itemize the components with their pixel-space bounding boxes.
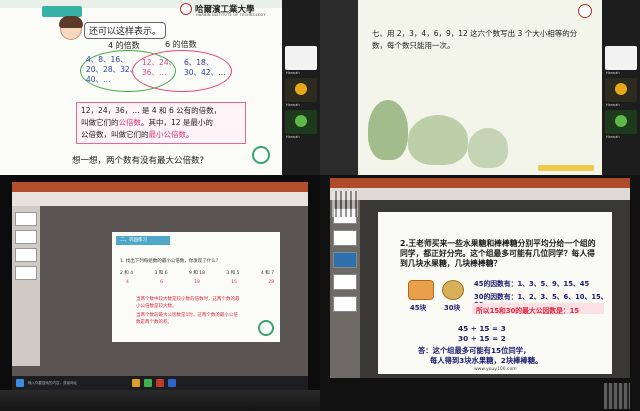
powerpoint-app-icon[interactable]: [156, 379, 164, 387]
participant-name: Hannah: [606, 71, 620, 75]
slide-gcd-word-problem: 2.王老师买来一些水果糖和棒棒糖分别平均分给一个组的同学，都正好分完。这个组最多…: [378, 212, 612, 374]
answer-line: 答：这个组最多可能有15位同学，: [418, 346, 531, 355]
left-dark-panel: [320, 0, 358, 175]
participant-name: Hannah: [606, 135, 620, 139]
factors-of-45: 45的因数有：1、3、5、9、15、45: [474, 280, 590, 288]
answer-line: 每人得到3块水果糖，2块棒棒糖。: [430, 356, 543, 365]
video-tile-slide-multiples: 哈爾濱工業大學 HARBIN INSTITUTE OF TECHNOLOGY 还…: [0, 0, 320, 175]
slide-thumbnail[interactable]: [15, 230, 37, 244]
definition-line: 12，24，36，… 是 4 和 6 公有的倍数，: [81, 106, 222, 115]
note-line: 数是两个数的积。: [136, 320, 172, 325]
participant-video-tile[interactable]: [285, 46, 317, 70]
taskbar-app-icon[interactable]: [132, 379, 140, 387]
participant-video-tile[interactable]: [285, 78, 317, 102]
gcd-result: 所以15和30的最大公因数是：15: [476, 307, 580, 315]
slide-lcm-exercise: 二、巩固练习 1. 找出下列每组数的最小公倍数，你发现了什么？ 2 和 43 和…: [112, 232, 280, 342]
participant-video-tile[interactable]: [605, 110, 637, 134]
speech-bubble: 还可以这样表示。: [84, 22, 167, 39]
flower-illustration: [468, 128, 508, 168]
slide-thumbnail[interactable]: [333, 296, 357, 312]
university-logo-subtitle: HARBIN INSTITUTE OF TECHNOLOGY: [196, 13, 266, 17]
slide-common-multiples: 哈爾濱工業大學 HARBIN INSTITUTE OF TECHNOLOGY 还…: [0, 0, 282, 175]
powerpoint-ribbon[interactable]: [330, 188, 630, 200]
participant-video-tile[interactable]: [605, 78, 637, 102]
participant-name: Hannah: [286, 135, 300, 139]
note-line: 当两个数中较大数是较小数的倍数时，这两个数的最: [136, 297, 240, 302]
multiples-of-6-list: 6、18、 30、42、…: [184, 58, 226, 77]
participant-sidebar: Hannah Hannah Hannah: [282, 0, 320, 175]
school-logo-icon: [258, 320, 274, 336]
slide-thumbnail-panel: [12, 206, 40, 366]
calculation-line: 45 ÷ 15 = 3: [458, 324, 506, 333]
participant-name: Hannah: [286, 71, 300, 75]
cartoon-girl-icon: [59, 16, 83, 40]
video-tile-slide-fractions: 七、用 2，3，4，6，9，12 这六个数写出 3 个大小相等的分数，每个数只能…: [320, 0, 640, 175]
avatar-icon: [615, 115, 627, 127]
participant-name: Hannah: [286, 103, 300, 107]
common-multiples-list: 12、24、 36、…: [142, 58, 177, 77]
question-text: 想一想，两个数有没有最大公倍数?: [72, 156, 205, 166]
lollipop-count-label: 30块: [444, 304, 461, 312]
slide-thumbnail[interactable]: [15, 266, 37, 280]
desk-object-photo: [604, 383, 630, 409]
windows-taskbar: 输入你要搜索的内容，或者网址: [12, 376, 308, 390]
laptop-keyboard-edge: [0, 390, 320, 411]
slide-thumbnail[interactable]: [333, 230, 357, 246]
sunflower-avatar-icon: [295, 83, 307, 95]
school-logo-icon: [252, 146, 270, 164]
footer-tag: [538, 165, 594, 171]
definition-line: 叫做它们的公倍数。其中，12 是最小的: [81, 118, 213, 127]
lollipop-icon: [442, 280, 464, 300]
taskbar-app-icon[interactable]: [168, 379, 176, 387]
video-tile-laptop-powerpoint: 二、巩固练习 1. 找出下列每组数的最小公倍数，你发现了什么？ 2 和 43 和…: [0, 175, 320, 411]
definition-box: 12，24，36，… 是 4 和 6 公有的倍数， 叫做它们的公倍数。其中，12…: [76, 102, 246, 144]
candy-count-label: 45块: [410, 304, 427, 312]
video-tile-monitor-powerpoint: 2.王老师买来一些水果糖和棒棒糖分别平均分给一个组的同学，都正好分完。这个组最多…: [320, 175, 640, 411]
slide-thumbnail[interactable]: [15, 248, 37, 262]
slide-section-tag: 二、巩固练习: [116, 236, 170, 245]
flower-illustration: [368, 100, 408, 160]
task-text: 七、用 2，3，4，6，9，12 这六个数写出 3 个大小相等的分数，每个数只能…: [372, 29, 578, 50]
powerpoint-titlebar: [12, 182, 308, 192]
fruit-candy-icon: [408, 280, 434, 300]
participant-sidebar: Hannah Hannah Hannah: [602, 0, 640, 175]
participant-name: Hannah: [606, 103, 620, 107]
university-seal-icon: [180, 3, 192, 15]
school-badge-icon: [578, 4, 592, 18]
slide-thumbnail[interactable]: [333, 274, 357, 290]
sunflower-avatar-icon: [615, 83, 627, 95]
taskbar-search-box[interactable]: 输入你要搜索的内容，或者网址: [28, 381, 77, 386]
word-problem-text: 2.王老师买来一些水果糖和棒棒糖分别平均分给一个组的同学，都正好分完。这个组最多…: [400, 239, 596, 268]
calculation-line: 30 ÷ 15 = 2: [458, 334, 506, 343]
multiples-of-4-list: 4、8、16、 20、28、32、 40、…: [86, 55, 138, 84]
number-pairs-row: 2 和 43 和 69 和 18 3 和 54 和 7: [120, 271, 274, 276]
start-icon[interactable]: [16, 379, 24, 387]
slide-thumbnail-panel: [330, 200, 360, 378]
participant-video-tile[interactable]: [605, 46, 637, 70]
label-multiples-of-6: 6 的倍数: [165, 40, 197, 49]
participant-video-tile[interactable]: [285, 110, 317, 134]
avatar-icon: [295, 115, 307, 127]
note-line: 当两个数的最大公因数是1时，这两个数的最小公倍: [136, 313, 238, 318]
powerpoint-titlebar: [330, 178, 630, 188]
answers-row: 4 6 18 15 28: [126, 280, 274, 285]
wall-calendar-photo: [332, 191, 358, 217]
slide-thumbnail[interactable]: [15, 212, 37, 226]
laptop-screen: 二、巩固练习 1. 找出下列每组数的最小公倍数，你发现了什么？ 2 和 43 和…: [12, 182, 308, 376]
taskbar-app-icon[interactable]: [144, 379, 152, 387]
monitor-screen: 2.王老师买来一些水果糖和棒棒糖分别平均分给一个组的同学，都正好分完。这个组最多…: [330, 178, 630, 378]
note-line: 小公倍数是较大数。: [136, 304, 177, 309]
website-url: www.youy100.com: [474, 367, 517, 372]
definition-line: 公倍数，叫做它们的最小公倍数。: [81, 130, 194, 139]
flower-illustration: [408, 115, 468, 165]
powerpoint-ribbon[interactable]: [12, 192, 308, 206]
exercise-prompt: 1. 找出下列每组数的最小公倍数，你发现了什么？: [120, 259, 221, 264]
slide-fractions-task: 七、用 2，3，4，6，9，12 这六个数写出 3 个大小相等的分数，每个数只能…: [358, 0, 602, 175]
slide-thumbnail-selected[interactable]: [333, 252, 357, 268]
